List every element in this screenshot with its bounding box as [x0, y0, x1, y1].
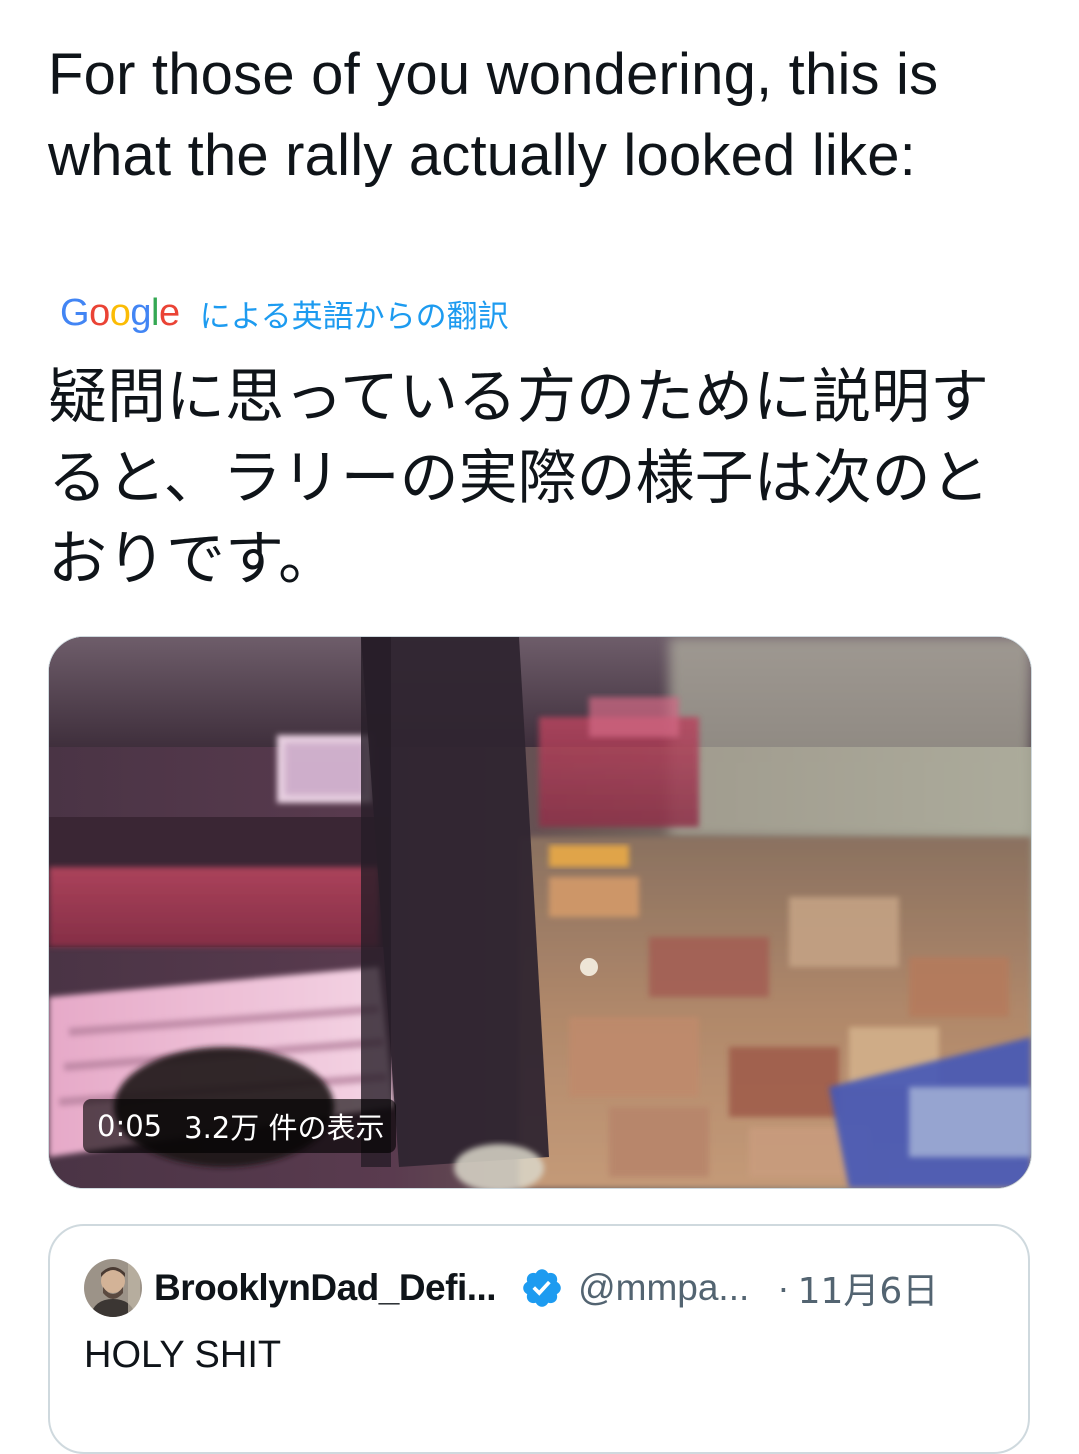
google-logo-letter: o [109, 292, 131, 334]
translated-text: 疑問に思っている方のために説明すると、ラリーの実際の様子は次のとおりです。 [48, 362, 990, 593]
quoted-tweet[interactable]: BrooklynDad_Defi... @mmpa... · 11月6日 HOL… [48, 1224, 1030, 1454]
video-overlay: 0:05 3.2万 件の表示 [83, 1099, 397, 1153]
google-logo-letter: o [89, 292, 110, 334]
google-logo-letter: G [60, 292, 90, 334]
display-name[interactable]: BrooklynDad_Defi... [154, 1267, 497, 1309]
translation-bar[interactable]: Google による英語からの翻訳 [60, 288, 509, 338]
verified-badge-icon [523, 1269, 561, 1307]
video-views: 3.2万 件の表示 [184, 1111, 385, 1145]
tweet-date[interactable]: 11月6日 [798, 1262, 939, 1314]
google-logo-letter: l [150, 292, 159, 334]
handle[interactable]: @mmpa... [578, 1267, 749, 1309]
video-player[interactable]: 0:05 3.2万 件の表示 [48, 636, 1032, 1189]
translation-label[interactable]: による英語からの翻訳 [200, 291, 509, 336]
google-logo: Google [60, 294, 180, 332]
separator-dot: · [777, 1267, 790, 1308]
quoted-tweet-text: HOLY SHIT [84, 1334, 282, 1376]
tweet-text: For those of you wondering, this is what… [48, 42, 939, 188]
google-logo-letter: g [130, 292, 151, 334]
avatar[interactable] [84, 1259, 142, 1317]
video-duration: 0:05 [97, 1109, 163, 1143]
google-logo-letter: e [158, 292, 180, 334]
quoted-tweet-header: BrooklynDad_Defi... @mmpa... · 11月6日 [84, 1256, 938, 1320]
